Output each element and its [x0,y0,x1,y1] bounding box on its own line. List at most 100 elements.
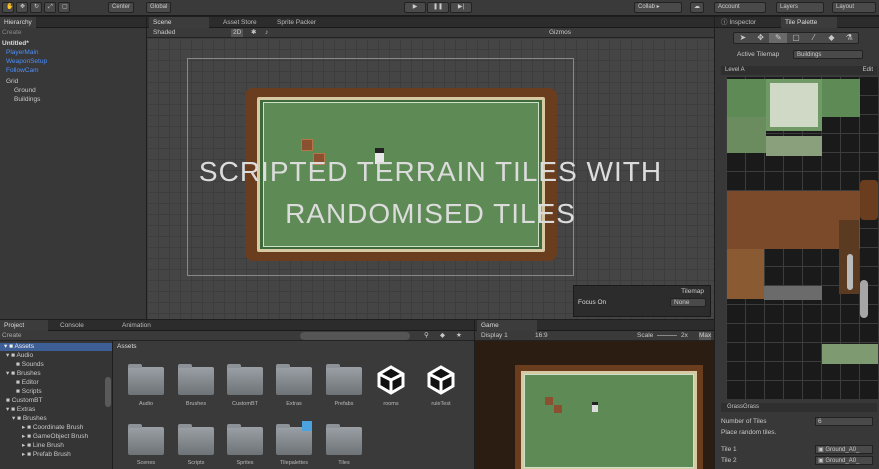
tab-scene[interactable]: Scene [149,17,209,28]
tab-tile-palette[interactable]: Tile Palette [781,17,837,28]
scale-slider[interactable] [657,335,677,336]
hierarchy-create[interactable]: Create [2,29,22,37]
project-search-input[interactable] [300,332,410,340]
palette-header: Level A Edit [721,66,877,75]
palette-edit-button[interactable]: Edit [863,66,873,74]
brush-dropdown[interactable]: GrassGrass [727,403,759,411]
tree-item[interactable]: ▾ ■ Brushes [6,370,41,378]
tree-item[interactable]: ▸ ■ GameObject Brush [22,433,88,441]
rotate-tool-icon[interactable]: ↻ [30,2,42,13]
gizmos-dropdown[interactable]: Gizmos [549,29,571,37]
tab-sprite-packer[interactable]: Sprite Packer [273,17,320,28]
light-icon[interactable]: ✱ [251,29,256,37]
display-dropdown[interactable]: Display 1 [481,332,508,340]
picker-icon[interactable]: ⁄ [805,33,823,43]
scale-tool-icon[interactable]: ⤢ [44,2,56,13]
scene-root[interactable]: Untitled* [2,40,29,48]
brush-header: GrassGrass [721,403,877,412]
active-tilemap-dropdown[interactable]: Buildings [793,50,863,59]
game-crate [545,397,553,405]
tile1-field[interactable]: ▣ Ground_A0_ [815,445,873,454]
tab-inspector[interactable]: ⓘ Inspector [717,17,760,28]
hierarchy-item[interactable]: Buildings [14,96,40,104]
tab-project[interactable]: Project [0,320,48,331]
folder-label: Brushes [185,401,207,407]
unity-scene-icon[interactable] [426,365,456,395]
account-dropdown[interactable]: Account [714,2,766,13]
tree-item[interactable]: ▾ ■ Audio [6,352,33,360]
cloud-icon[interactable]: ☁ [690,2,704,13]
folder-icon[interactable] [276,364,312,395]
tree-item[interactable]: ▾ ■ Brushes [12,415,47,423]
hierarchy-item[interactable]: FollowCam [6,67,39,75]
tree-item[interactable]: ▸ ■ Line Brush [22,442,64,450]
layers-dropdown[interactable]: Layers [776,2,824,13]
folder-icon[interactable] [227,364,263,395]
folder-icon[interactable] [178,424,214,455]
2d-toggle[interactable]: 2D [231,29,244,37]
tab-animation[interactable]: Animation [118,320,155,331]
rect-tool-icon[interactable]: ▢ [58,2,70,13]
play-button[interactable]: ▶ [404,2,426,13]
tree-item[interactable]: ▾ ■ Extras [6,406,35,414]
focus-on-dropdown[interactable]: None [670,298,706,307]
pause-button[interactable]: ❚❚ [427,2,449,13]
tab-console[interactable]: Console [56,320,88,331]
folder-icon[interactable] [326,424,362,455]
tree-item[interactable]: ▸ ■ Coordinate Brush [22,424,83,432]
pivot-toggle[interactable]: Center [108,2,135,13]
folder-icon[interactable] [178,364,214,395]
folder-icon[interactable] [227,424,263,455]
scene-tabbar: Scene Asset Store Sprite Packer [147,17,714,28]
tile2-field[interactable]: ▣ Ground_A0_ [815,456,873,465]
select-tool-icon[interactable]: ➤ [734,33,752,43]
fill-icon[interactable]: ⚗ [840,33,858,43]
tab-game[interactable]: Game [477,320,537,331]
hierarchy-item[interactable]: WeaponSetup [6,58,47,66]
folder-icon[interactable] [326,364,362,395]
folder-icon[interactable] [128,424,164,455]
tile1-label: Tile 1 [721,446,737,453]
tree-scrollbar[interactable] [105,377,111,407]
eraser-icon[interactable]: ◆ [823,33,841,43]
tab-asset-store[interactable]: Asset Store [219,17,261,28]
brush-tool-icon[interactable]: ✎ [769,33,788,43]
layout-dropdown[interactable]: Layout [832,2,876,13]
folder-icon[interactable] [128,364,164,395]
tab-hierarchy[interactable]: Hierarchy [0,17,36,28]
box-fill-icon[interactable]: ▢ [787,33,805,43]
filter-icon[interactable]: ⚲ [424,332,429,340]
tree-item-assets[interactable]: ▾ ■ Assets [0,343,112,351]
move-tool-icon[interactable]: ✥ [752,33,770,43]
tree-item[interactable]: ■ Sounds [16,361,44,369]
maximize-toggle[interactable]: Max [699,332,712,340]
scene-toolbar: Shaded 2D ✱ ♪ Gizmos [147,28,714,38]
label-icon[interactable]: ◆ [440,332,445,340]
star-icon[interactable]: ★ [456,332,462,340]
tree-item[interactable]: ■ Editor [16,379,39,387]
palette-dropdown[interactable]: Level A [725,66,745,74]
tree-item[interactable]: ■ CustomBT [6,397,42,405]
palette-badge-icon [302,421,312,431]
unity-scene-icon[interactable] [376,365,406,395]
game-view[interactable] [475,341,714,469]
hierarchy-item[interactable]: Grid [6,78,18,86]
space-toggle[interactable]: Global [146,2,172,13]
hand-tool-icon[interactable]: ✋ [2,2,14,13]
tree-item[interactable]: ■ Scripts [16,388,42,396]
shading-dropdown[interactable]: Shaded [153,29,175,37]
project-create[interactable]: Create [2,332,22,340]
tile-palette-grid[interactable] [726,76,878,399]
tree-item[interactable]: ▸ ■ Prefab Brush [22,451,71,459]
step-button[interactable]: ▶| [450,2,472,13]
folder-icon[interactable] [276,424,312,455]
hierarchy-item[interactable]: PlayerMain [6,49,39,57]
scene-view[interactable]: SCRIPTED TERRAIN TILES WITH RANDOMISED T… [147,38,714,319]
collab-button[interactable]: Collab ▸ [634,2,682,13]
move-tool-icon[interactable]: ✥ [16,2,28,13]
hierarchy-item[interactable]: Ground [14,87,36,95]
audio-icon[interactable]: ♪ [265,29,268,37]
breadcrumb[interactable]: Assets [117,343,137,351]
aspect-dropdown[interactable]: 16:9 [535,332,548,340]
num-tiles-input[interactable]: 6 [815,417,873,426]
